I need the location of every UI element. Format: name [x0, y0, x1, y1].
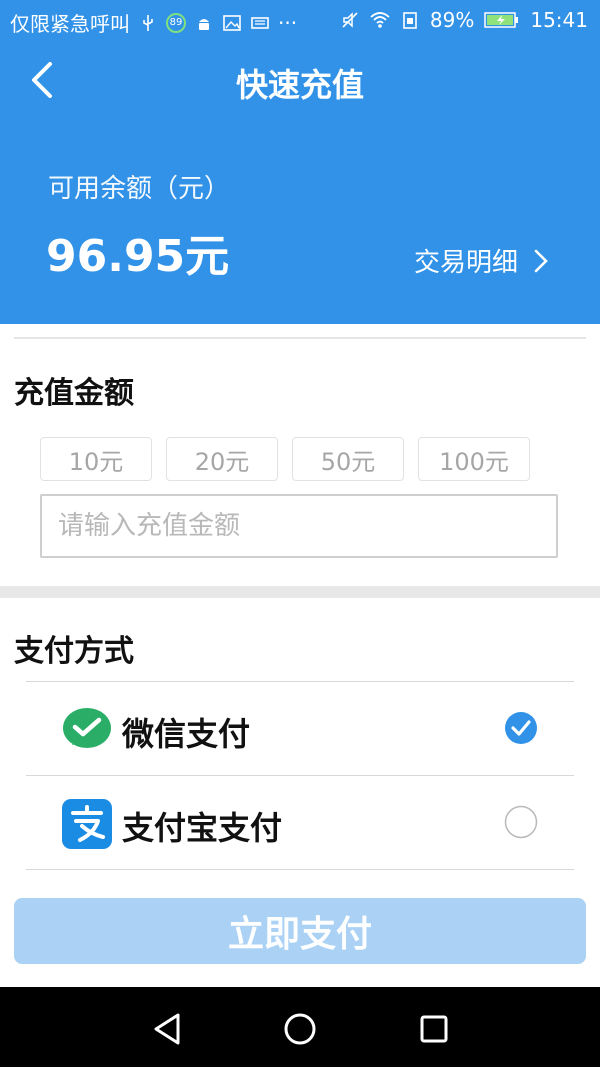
- radio-unchecked-icon[interactable]: [504, 805, 538, 839]
- recharge-amount-input[interactable]: [40, 494, 558, 558]
- battery-percent: 89%: [429, 8, 475, 32]
- clock: 15:41: [530, 8, 588, 32]
- amount-option-100[interactable]: 100元: [418, 437, 530, 481]
- divider: [26, 869, 574, 870]
- payment-section-title: 支付方式: [14, 634, 134, 669]
- payment-option-label: 微信支付: [122, 715, 251, 753]
- balance-label: 可用余额（元）: [48, 174, 231, 204]
- circle-home-icon: [284, 1013, 316, 1045]
- payment-option-alipay[interactable]: 支付宝支付: [26, 777, 574, 869]
- payment-option-wechat[interactable]: 微信支付: [26, 683, 574, 775]
- battery-charging-icon: [484, 12, 519, 28]
- balance-header: 快速充值 可用余额（元） 96.95元 交易明细: [0, 42, 600, 324]
- transaction-detail-link[interactable]: 交易明细: [414, 242, 550, 279]
- page-title: 快速充值: [235, 66, 364, 104]
- carrier-text: 仅限紧急呼叫: [10, 12, 130, 36]
- sim-icon: [403, 12, 417, 29]
- pay-now-button[interactable]: 立即支付: [14, 898, 586, 964]
- divider: [26, 681, 574, 682]
- radio-checked-icon[interactable]: [504, 711, 538, 745]
- triangle-back-icon: [154, 1013, 180, 1045]
- alipay-icon: [62, 799, 112, 849]
- android-icon: [199, 18, 209, 30]
- nav-back-button[interactable]: [146, 1007, 190, 1051]
- divider: [26, 775, 574, 776]
- transaction-detail-label: 交易明细: [413, 248, 518, 278]
- recharge-section-title: 充值金额: [14, 376, 134, 411]
- nav-home-button[interactable]: [278, 1007, 322, 1051]
- keyboard-icon: [251, 16, 269, 29]
- payment-option-label: 支付宝支付: [122, 809, 283, 847]
- system-nav-bar: [0, 987, 600, 1067]
- mute-icon: [342, 12, 358, 28]
- wifi-icon: [370, 12, 390, 28]
- usb-icon: [143, 14, 153, 31]
- section-separator: [0, 586, 600, 598]
- nav-recents-button[interactable]: [412, 1007, 456, 1051]
- divider: [14, 337, 586, 339]
- notification-badge-icon: 89: [166, 12, 186, 33]
- amount-option-50[interactable]: 50元: [292, 437, 404, 481]
- more-notifications-icon: ···: [278, 10, 298, 35]
- wechat-pay-icon: [63, 708, 111, 748]
- amount-option-10[interactable]: 10元: [40, 437, 152, 481]
- square-recents-icon: [420, 1015, 448, 1043]
- status-bar: 仅限紧急呼叫 89 ··· 89% 15:41: [0, 0, 600, 42]
- chevron-right-icon: [534, 249, 548, 272]
- balance-value: 96.95元: [46, 231, 230, 282]
- image-icon: [223, 14, 241, 31]
- amount-option-20[interactable]: 20元: [166, 437, 278, 481]
